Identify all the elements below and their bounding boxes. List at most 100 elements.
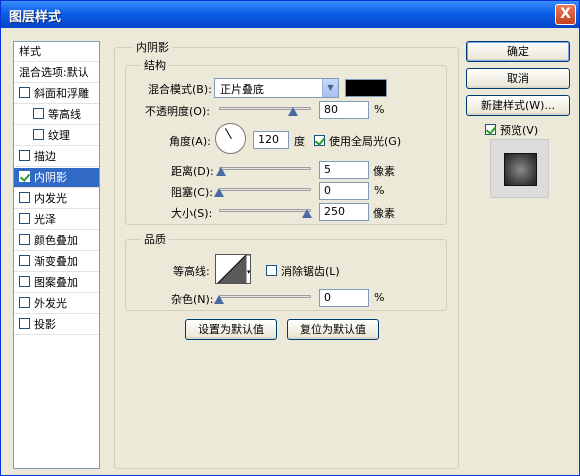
antialias-label: 消除锯齿(L) <box>281 265 340 278</box>
distance-unit: 像素 <box>373 165 395 178</box>
style-item[interactable]: 内阴影 <box>14 168 99 188</box>
contour-label: 等高线: <box>173 265 210 278</box>
size-slider[interactable] <box>219 209 311 212</box>
reset-default-button[interactable]: 复位为默认值 <box>287 319 379 340</box>
style-item-label: 斜面和浮雕 <box>34 87 89 100</box>
style-preview <box>490 139 549 198</box>
distance-input[interactable]: 5 <box>319 161 369 179</box>
cancel-button[interactable]: 取消 <box>466 68 570 89</box>
checkbox-icon[interactable] <box>19 150 30 161</box>
style-item[interactable]: 描边 <box>14 147 99 167</box>
style-item-label: 纹理 <box>48 129 70 142</box>
style-item[interactable]: 纹理 <box>14 126 99 146</box>
choke-input[interactable]: 0 <box>319 182 369 200</box>
style-item[interactable]: 光泽 <box>14 210 99 230</box>
checkbox-icon <box>266 265 277 276</box>
style-item[interactable]: 渐变叠加 <box>14 252 99 272</box>
preview-label: 预览(V) <box>500 124 539 137</box>
global-light-label: 使用全局光(G) <box>329 135 402 148</box>
style-item[interactable]: 内发光 <box>14 189 99 209</box>
checkbox-icon <box>314 135 325 146</box>
size-unit: 像素 <box>373 207 395 220</box>
style-item-label: 渐变叠加 <box>34 255 78 268</box>
style-item[interactable]: 颜色叠加 <box>14 231 99 251</box>
contour-picker[interactable]: ▾ <box>215 254 251 284</box>
style-item[interactable]: 外发光 <box>14 294 99 314</box>
size-label: 大小(S): <box>171 207 213 220</box>
angle-unit: 度 <box>294 135 305 148</box>
style-item-label: 描边 <box>34 150 56 163</box>
inner-shadow-title: 内阴影 <box>133 39 172 55</box>
style-item[interactable]: 等高线 <box>14 105 99 125</box>
checkbox-icon[interactable] <box>19 192 30 203</box>
noise-slider-thumb[interactable] <box>214 295 224 304</box>
angle-dial[interactable] <box>215 123 246 154</box>
opacity-input[interactable]: 80 <box>319 101 369 119</box>
choke-slider[interactable] <box>219 188 311 191</box>
distance-label: 距离(D): <box>171 165 214 178</box>
choke-slider-thumb[interactable] <box>214 188 224 197</box>
checkbox-icon[interactable] <box>19 318 30 329</box>
checkbox-icon[interactable] <box>19 297 30 308</box>
style-item-label: 投影 <box>34 318 56 331</box>
opacity-slider-thumb[interactable] <box>287 107 298 116</box>
structure-title: 结构 <box>141 57 169 73</box>
distance-slider-thumb[interactable] <box>216 167 226 176</box>
angle-input[interactable]: 120 <box>253 131 289 149</box>
styles-list: 样式 混合选项:默认 斜面和浮雕等高线纹理描边内阴影内发光光泽颜色叠加渐变叠加图… <box>13 41 100 469</box>
style-item-label: 内发光 <box>34 192 67 205</box>
quality-title: 品质 <box>141 231 169 247</box>
opacity-label: 不透明度(O): <box>145 105 210 118</box>
noise-input[interactable]: 0 <box>319 289 369 307</box>
opacity-unit: % <box>374 103 385 116</box>
style-item-label: 颜色叠加 <box>34 234 78 247</box>
checkbox-icon[interactable] <box>19 87 30 98</box>
size-slider-thumb[interactable] <box>302 209 312 218</box>
choke-unit: % <box>374 184 385 197</box>
checkbox-icon[interactable] <box>19 171 30 182</box>
angle-needle <box>225 128 232 139</box>
style-item[interactable]: 图案叠加 <box>14 273 99 293</box>
blend-mode-label: 混合模式(B): <box>148 83 212 96</box>
blend-options-item[interactable]: 混合选项:默认 <box>14 63 99 83</box>
style-item[interactable]: 投影 <box>14 315 99 335</box>
checkbox-icon[interactable] <box>33 129 44 140</box>
blend-mode-value: 正片叠底 <box>220 83 264 96</box>
noise-unit: % <box>374 291 385 304</box>
checkbox-icon[interactable] <box>33 108 44 119</box>
title-bar[interactable]: 图层样式 X <box>1 1 579 28</box>
noise-slider[interactable] <box>219 295 311 298</box>
contour-curve-icon: ▾ <box>217 255 251 283</box>
style-item-label: 内阴影 <box>34 171 67 184</box>
layer-style-dialog: 图层样式 X 样式 混合选项:默认 斜面和浮雕 等高线 纹理 描边 内阴影 内发光 光泽 颜色… <box>0 0 580 476</box>
choke-label: 阻塞(C): <box>171 186 213 199</box>
style-item-label: 外发光 <box>34 297 67 310</box>
checkbox-icon[interactable] <box>19 213 30 224</box>
set-default-button[interactable]: 设置为默认值 <box>185 319 277 340</box>
global-light-checkbox[interactable]: 使用全局光(G) <box>314 133 401 149</box>
preview-checkbox[interactable]: 预览(V) <box>485 122 538 138</box>
dialog-title: 图层样式 <box>9 10 62 25</box>
style-item-label: 图案叠加 <box>34 276 78 289</box>
checkbox-icon[interactable] <box>19 255 30 266</box>
angle-label: 角度(A): <box>169 135 211 148</box>
style-item-label: 等高线 <box>48 108 81 121</box>
distance-slider[interactable] <box>219 167 311 170</box>
preview-swatch <box>504 153 537 186</box>
antialias-checkbox[interactable]: 消除锯齿(L) <box>266 263 340 279</box>
svg-text:▾: ▾ <box>247 268 251 276</box>
style-item-label: 光泽 <box>34 213 56 226</box>
close-button[interactable]: X <box>555 4 576 25</box>
chevron-down-icon: ▼ <box>322 79 338 97</box>
blend-mode-select[interactable]: 正片叠底 ▼ <box>214 78 339 98</box>
size-input[interactable]: 250 <box>319 203 369 221</box>
checkbox-icon <box>485 124 496 135</box>
checkbox-icon[interactable] <box>19 234 30 245</box>
checkbox-icon[interactable] <box>19 276 30 287</box>
styles-header[interactable]: 样式 <box>14 42 99 62</box>
shadow-color-swatch[interactable] <box>345 79 387 97</box>
new-style-button[interactable]: 新建样式(W)... <box>466 95 570 116</box>
style-item[interactable]: 斜面和浮雕 <box>14 84 99 104</box>
ok-button[interactable]: 确定 <box>466 41 570 62</box>
noise-label: 杂色(N): <box>171 293 214 306</box>
